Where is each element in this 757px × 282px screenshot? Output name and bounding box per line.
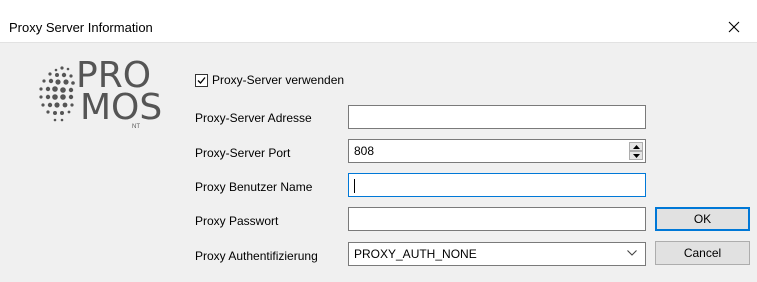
auth-select[interactable]: PROXY_AUTH_NONE bbox=[348, 242, 646, 266]
chevron-down-icon bbox=[627, 250, 637, 256]
address-input[interactable] bbox=[348, 105, 646, 129]
password-input[interactable] bbox=[348, 207, 646, 231]
cancel-button[interactable]: Cancel bbox=[655, 241, 750, 265]
use-proxy-label: Proxy-Server verwenden bbox=[212, 73, 345, 87]
checkmark-icon bbox=[197, 76, 206, 84]
arrow-down-icon bbox=[632, 153, 640, 158]
port-spin-up-button[interactable] bbox=[629, 142, 643, 151]
window-title: Proxy Server Information bbox=[9, 20, 153, 35]
logo-suffix: NT bbox=[132, 124, 140, 130]
auth-label: Proxy Authentifizierung bbox=[195, 249, 318, 263]
username-label: Proxy Benutzer Name bbox=[195, 180, 313, 194]
close-icon bbox=[728, 21, 740, 33]
logo-text-bottom: MOS bbox=[80, 87, 163, 128]
port-value: 808 bbox=[354, 144, 375, 158]
close-button[interactable] bbox=[711, 12, 757, 42]
arrow-up-icon bbox=[632, 144, 640, 149]
promos-logo: PRO MOS NT bbox=[34, 58, 184, 130]
ok-button[interactable]: OK bbox=[655, 207, 750, 231]
port-spinner[interactable] bbox=[629, 142, 643, 160]
use-proxy-row[interactable]: Proxy-Server verwenden bbox=[195, 73, 344, 87]
text-caret bbox=[354, 179, 355, 193]
auth-selected-value: PROXY_AUTH_NONE bbox=[354, 247, 477, 261]
username-input[interactable] bbox=[348, 173, 646, 197]
port-spin-down-button[interactable] bbox=[629, 151, 643, 160]
password-label: Proxy Passwort bbox=[195, 214, 279, 228]
port-label: Proxy-Server Port bbox=[195, 146, 291, 160]
address-label: Proxy-Server Adresse bbox=[195, 111, 312, 125]
title-bar: Proxy Server Information bbox=[0, 0, 757, 43]
port-input[interactable]: 808 bbox=[348, 139, 646, 163]
use-proxy-checkbox[interactable] bbox=[195, 73, 208, 87]
